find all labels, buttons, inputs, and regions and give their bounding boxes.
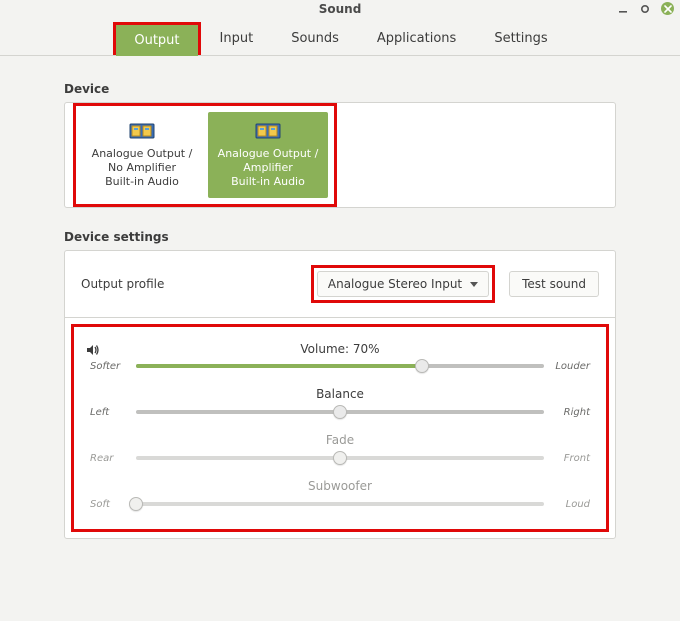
balance-slider[interactable] [136,405,544,419]
fade-title: Fade [90,433,590,447]
close-button[interactable] [661,2,674,15]
minimize-button[interactable] [617,3,629,15]
sound-card-icon [255,121,281,141]
highlight-sliders: Volume: 70% Softer Louder Balance Left [71,324,609,532]
test-sound-button[interactable]: Test sound [509,271,599,297]
volume-icon[interactable] [86,343,100,357]
maximize-button[interactable] [639,3,651,15]
tab-sounds[interactable]: Sounds [272,22,358,55]
output-profile-value: Analogue Stereo Input [328,277,462,291]
device-card-line: Analogue Output / [218,147,319,161]
device-card-line: Analogue Output / [92,147,193,161]
volume-left-label: Softer [90,361,128,372]
tab-output[interactable]: Output [116,25,197,56]
device-card-line: No Amplifier [108,161,176,175]
device-settings-panel: Output profile Analogue Stereo Input Tes… [64,250,616,539]
volume-group: Volume: 70% Softer Louder [90,343,590,373]
balance-title: Balance [90,387,590,401]
balance-group: Balance Left Right [90,387,590,419]
device-card-line: Built-in Audio [105,175,179,189]
tab-input[interactable]: Input [201,22,273,55]
subwoofer-right-label: Loud [552,499,590,510]
device-panel: Analogue Output / No Amplifier Built-in … [64,102,616,208]
highlight-profile-dropdown: Analogue Stereo Input [311,265,495,303]
highlight-output-tab: Output [113,22,200,55]
window-title: Sound [319,2,362,16]
volume-slider-row: Softer Louder [90,359,590,373]
volume-title-row: Volume: 70% [90,343,590,359]
sound-settings-window: Sound Output Input Sounds Applications S… [0,0,680,621]
balance-left-label: Left [90,407,128,418]
content: Device Analogue Output / No Amplifi [0,56,680,539]
volume-title: Volume: 70% [300,342,379,356]
highlight-device-cards: Analogue Output / No Amplifier Built-in … [73,103,337,207]
device-card-1[interactable]: Analogue Output / Amplifier Built-in Aud… [208,112,328,198]
subwoofer-title: Subwoofer [90,479,590,493]
window-controls [617,2,674,15]
fade-right-label: Front [552,453,590,464]
device-card-line: Built-in Audio [231,175,305,189]
fade-group: Fade Rear Front [90,433,590,465]
volume-right-label: Louder [552,361,590,372]
device-section-label: Device [64,82,616,96]
sliders-block: Volume: 70% Softer Louder Balance Left [74,327,606,529]
tab-settings[interactable]: Settings [475,22,566,55]
device-settings-label: Device settings [64,230,616,244]
output-profile-label: Output profile [81,277,164,291]
fade-slider [136,451,544,465]
profile-row: Output profile Analogue Stereo Input Tes… [65,251,615,318]
titlebar: Sound [0,0,680,18]
chevron-down-icon [470,282,478,287]
fade-slider-row: Rear Front [90,451,590,465]
subwoofer-slider-row: Soft Loud [90,497,590,511]
output-profile-dropdown[interactable]: Analogue Stereo Input [317,271,489,297]
sound-card-icon [129,121,155,141]
subwoofer-left-label: Soft [90,499,128,510]
tabs-row: Output Input Sounds Applications Setting… [0,18,680,56]
balance-slider-row: Left Right [90,405,590,419]
fade-left-label: Rear [90,453,128,464]
tab-applications[interactable]: Applications [358,22,475,55]
volume-slider[interactable] [136,359,544,373]
device-card-0[interactable]: Analogue Output / No Amplifier Built-in … [82,112,202,198]
subwoofer-group: Subwoofer Soft Loud [90,479,590,511]
device-card-line: Amplifier [243,161,293,175]
tabs: Output Input Sounds Applications Setting… [113,22,566,55]
balance-right-label: Right [552,407,590,418]
subwoofer-slider [136,497,544,511]
